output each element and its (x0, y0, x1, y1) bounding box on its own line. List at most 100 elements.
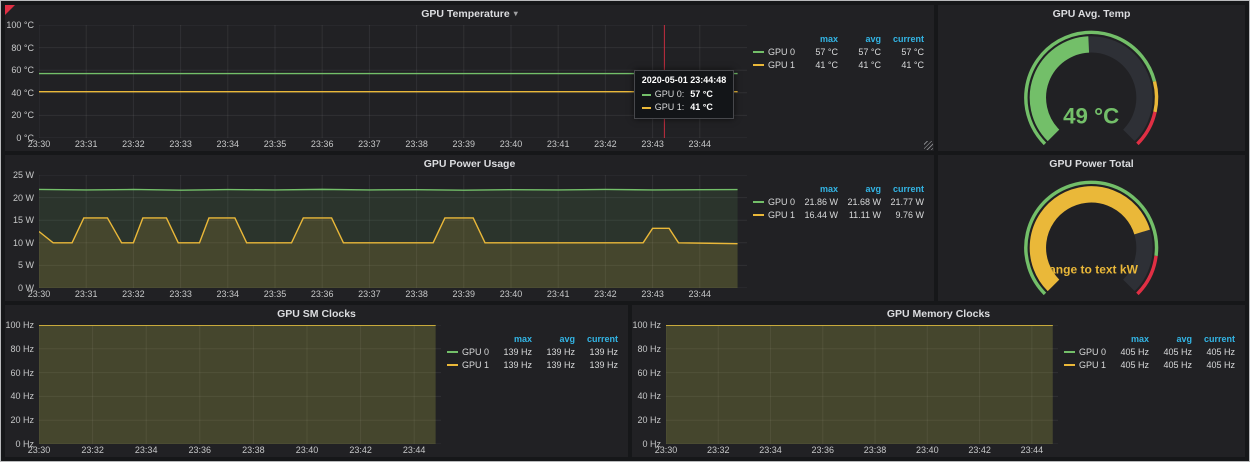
y-axis-label: 60 °C (11, 65, 34, 75)
chevron-down-icon[interactable]: ▾ (514, 9, 518, 18)
legend-series-toggle[interactable]: GPU 0 (753, 197, 795, 207)
legend-value: 405 Hz (1120, 360, 1149, 370)
gpu-memory-clocks-chart[interactable]: 100 Hz80 Hz60 Hz40 Hz20 Hz0 Hz23:3023:32… (632, 322, 1245, 457)
panel-header-gpu-avg-temp[interactable]: GPU Avg. Temp (938, 5, 1245, 22)
y-axis-label: 100 Hz (5, 320, 34, 330)
legend-series-toggle[interactable]: GPU 0 (1064, 347, 1106, 357)
y-axis-label: 100 Hz (632, 320, 661, 330)
panel-gpu-sm-clocks: GPU SM Clocks 100 Hz80 Hz60 Hz40 Hz20 Hz… (5, 305, 628, 457)
grafana-dashboard: GPU Temperature ▾ 100 °C80 °C60 °C40 °C2… (0, 0, 1250, 462)
x-axis-label: 23:44 (403, 445, 426, 455)
panel-error-corner-icon (5, 5, 15, 15)
legend-value: 139 Hz (589, 360, 618, 370)
x-axis: 23:3023:3223:3423:3623:3823:4023:4223:44 (39, 444, 441, 457)
tooltip-series-value: 41 °C (690, 101, 713, 114)
panel-title-text: GPU Avg. Temp (1053, 8, 1131, 20)
legend-series-toggle[interactable]: GPU 0 (447, 347, 489, 357)
legend-series-toggle[interactable]: GPU 1 (753, 210, 795, 220)
legend-column-header: max (820, 34, 838, 44)
legend-series-toggle[interactable]: GPU 1 (753, 60, 795, 70)
x-axis-label: 23:31 (75, 289, 98, 299)
legend-value: 139 Hz (503, 360, 532, 370)
panel-resize-handle[interactable] (924, 141, 933, 150)
legend-value: 9.76 W (895, 210, 924, 220)
x-axis-label: 23:35 (264, 289, 287, 299)
panel-gpu-power-usage: GPU Power Usage 25 W20 W15 W10 W5 W0 W23… (5, 155, 934, 301)
panel-title-text: GPU Power Total (1049, 158, 1133, 170)
chart-legend: maxavgcurrentGPU 057 °C57 °C57 °CGPU 141… (747, 22, 934, 151)
tooltip-series-name: GPU 0: (655, 88, 685, 101)
chart-plot-region: 100 °C80 °C60 °C40 °C20 °C0 °C2020-05-01… (5, 22, 747, 151)
panel-title-text: GPU Memory Clocks (887, 308, 990, 320)
series-color-swatch (1064, 351, 1075, 353)
legend-value: 405 Hz (1206, 347, 1235, 357)
panel-gpu-avg-temp: GPU Avg. Temp 49 °C (938, 5, 1245, 151)
legend-series-toggle[interactable]: GPU 0 (753, 47, 795, 57)
y-axis-label: 10 W (13, 238, 34, 248)
chart-legend: maxavgcurrentGPU 0139 Hz139 Hz139 HzGPU … (441, 322, 628, 457)
x-axis-label: 23:39 (453, 289, 476, 299)
legend-value: 405 Hz (1163, 347, 1192, 357)
series-color-dash (642, 107, 651, 109)
y-axis: 100 Hz80 Hz60 Hz40 Hz20 Hz0 Hz (5, 325, 39, 444)
y-axis-label: 15 W (13, 215, 34, 225)
plot-area (666, 325, 1058, 444)
panel-header-gpu-power-total[interactable]: GPU Power Total (938, 155, 1245, 172)
legend-series-toggle[interactable]: GPU 1 (1064, 360, 1106, 370)
legend-column-header: avg (1176, 334, 1192, 344)
legend-value: 41 °C (815, 60, 838, 70)
panel-title-text: GPU Temperature (421, 8, 510, 20)
plot-area: 2020-05-01 23:44:48GPU 0:57 °CGPU 1:41 °… (39, 25, 747, 138)
x-axis-label: 23:39 (453, 139, 476, 149)
x-axis-label: 23:38 (405, 139, 428, 149)
legend-column-header: max (1131, 334, 1149, 344)
x-axis-label: 23:36 (311, 139, 334, 149)
y-axis: 100 Hz80 Hz60 Hz40 Hz20 Hz0 Hz (632, 325, 666, 444)
y-axis-label: 20 Hz (637, 415, 661, 425)
panel-header-gpu-sm-clocks[interactable]: GPU SM Clocks (5, 305, 628, 322)
series-color-swatch (753, 51, 764, 53)
legend-column-header: max (820, 184, 838, 194)
x-axis-label: 23:35 (264, 139, 287, 149)
x-axis-label: 23:34 (217, 289, 240, 299)
plot-area (39, 175, 747, 288)
legend-value: 139 Hz (503, 347, 532, 357)
tooltip-series-name: GPU 1: (655, 101, 685, 114)
legend-value: 21.77 W (890, 197, 924, 207)
x-axis-label: 23:31 (75, 139, 98, 149)
dashboard-row-bottom: GPU SM Clocks 100 Hz80 Hz60 Hz40 Hz20 Hz… (5, 305, 1245, 457)
gpu-power-total-gauge: range to text kW (938, 172, 1245, 301)
x-axis-label: 23:41 (547, 139, 570, 149)
x-axis-label: 23:42 (594, 289, 617, 299)
panel-title-text: GPU SM Clocks (277, 308, 356, 320)
y-axis-label: 25 W (13, 170, 34, 180)
legend-value: 21.86 W (804, 197, 838, 207)
x-axis-label: 23:40 (296, 445, 319, 455)
legend-series-toggle[interactable]: GPU 1 (447, 360, 489, 370)
panel-header-gpu-temperature[interactable]: GPU Temperature ▾ (5, 5, 934, 22)
x-axis-label: 23:40 (500, 139, 523, 149)
x-axis-label: 23:30 (655, 445, 678, 455)
y-axis-label: 40 Hz (10, 391, 34, 401)
gpu-power-usage-chart[interactable]: 25 W20 W15 W10 W5 W0 W23:3023:3123:3223:… (5, 172, 934, 301)
legend-value: 21.68 W (847, 197, 881, 207)
y-axis: 100 °C80 °C60 °C40 °C20 °C0 °C (5, 25, 39, 138)
chart-legend: maxavgcurrentGPU 021.86 W21.68 W21.77 WG… (747, 172, 934, 301)
panel-title-text: GPU Power Usage (424, 158, 516, 170)
x-axis-label: 23:30 (28, 445, 51, 455)
y-axis-label: 40 °C (11, 88, 34, 98)
series-color-swatch (753, 201, 764, 203)
panel-header-gpu-power-usage[interactable]: GPU Power Usage (5, 155, 934, 172)
legend-column-header: current (893, 34, 924, 44)
gpu-temperature-chart[interactable]: 100 °C80 °C60 °C40 °C20 °C0 °C2020-05-01… (5, 22, 934, 151)
x-axis-label: 23:40 (500, 289, 523, 299)
x-axis-label: 23:36 (189, 445, 212, 455)
tooltip-series-row: GPU 0:57 °C (642, 88, 727, 101)
legend-column-header: avg (865, 184, 881, 194)
legend-value: 41 °C (858, 60, 881, 70)
series-color-swatch (1064, 364, 1075, 366)
legend-value: 57 °C (858, 47, 881, 57)
y-axis-label: 20 Hz (10, 415, 34, 425)
panel-header-gpu-memory-clocks[interactable]: GPU Memory Clocks (632, 305, 1245, 322)
gpu-sm-clocks-chart[interactable]: 100 Hz80 Hz60 Hz40 Hz20 Hz0 Hz23:3023:32… (5, 322, 628, 457)
